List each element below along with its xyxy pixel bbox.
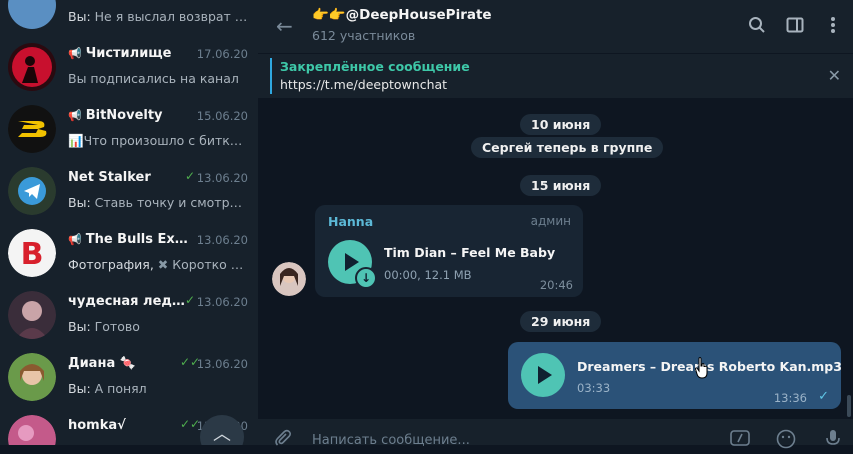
pinned-accent-bar bbox=[270, 58, 272, 94]
avatar bbox=[8, 0, 56, 29]
megaphone-icon: 📢 bbox=[68, 233, 82, 246]
chat-preview: Вы: Не я выслал возврат не т bbox=[68, 9, 248, 24]
chat-preview: Вы подписались на канал bbox=[68, 71, 239, 86]
sender-name[interactable]: Hanna bbox=[328, 214, 373, 229]
date-separator: 29 июня bbox=[520, 311, 602, 332]
chat-date: 17.06.20 bbox=[196, 47, 248, 61]
member-count: 612 участников bbox=[312, 28, 416, 43]
chat-title[interactable]: 👉👉@DeepHousePirate bbox=[312, 7, 492, 23]
more-options-icon[interactable] bbox=[830, 16, 836, 38]
chat-preview: Фотография, ✖ Коротко о ... bbox=[68, 257, 248, 272]
avatar bbox=[8, 415, 56, 445]
chat-date: 15.06.20 bbox=[196, 109, 248, 123]
microphone-icon[interactable] bbox=[826, 429, 840, 454]
date-separator: 10 июня bbox=[520, 114, 602, 135]
message-composer: Написать сообщение... bbox=[258, 419, 853, 449]
svg-text:B: B bbox=[21, 237, 44, 272]
emoji-icon[interactable] bbox=[776, 429, 796, 454]
chat-name: 📢The Bulls Exclu... bbox=[68, 232, 193, 247]
service-message: Сергей теперь в группе bbox=[471, 137, 664, 158]
hand-cursor-icon bbox=[695, 357, 708, 379]
message-time: 20:46 bbox=[539, 278, 573, 292]
attach-icon[interactable] bbox=[274, 429, 292, 452]
message-input[interactable]: Написать сообщение... bbox=[312, 433, 470, 448]
chat-preview: Вы: Ставь точку и смотри Y... bbox=[68, 195, 248, 210]
read-check-icon: ✓ bbox=[185, 293, 196, 307]
track-meta: 03:33 bbox=[577, 381, 611, 395]
megaphone-icon: 📢 bbox=[68, 47, 82, 60]
chat-header: ← 👉👉@DeepHousePirate 612 участников bbox=[258, 0, 853, 54]
cross-icon: ✖ bbox=[157, 257, 173, 272]
chat-date: 13.06.20 bbox=[196, 357, 248, 371]
chat-preview: Вы: А понял bbox=[68, 381, 147, 396]
chat-name: 📢 BitNovelty bbox=[68, 108, 163, 123]
track-title: Tim Dian – Feel Me Baby bbox=[384, 245, 556, 260]
chat-list-item[interactable]: Вы: Не я выслал возврат не т bbox=[0, 0, 258, 36]
chat-date: 13.06.20 bbox=[196, 171, 248, 185]
chat-preview: 📊Что произошло с битко... bbox=[68, 133, 248, 148]
admin-badge: админ bbox=[530, 214, 571, 228]
date-separator: 15 июня bbox=[520, 175, 602, 196]
sent-check-icon: ✓ bbox=[818, 389, 829, 404]
message-bubble[interactable]: Dreamers – Dreams Roberto Kan.mp3 03:33 … bbox=[508, 342, 842, 409]
megaphone-icon: 📢 bbox=[68, 109, 82, 122]
chat-list-item[interactable]: Диана 🍬 ✓✓ 13.06.20 Вы: А понял bbox=[0, 346, 258, 408]
sidebar-toggle-icon[interactable] bbox=[786, 16, 804, 38]
chat-list-item[interactable]: 📢 BitNovelty 15.06.20 📊Что произошло с би… bbox=[0, 98, 258, 160]
track-title: Dreamers – Dreams Roberto Kan.mp3 bbox=[577, 359, 842, 374]
back-arrow-icon[interactable]: ← bbox=[276, 14, 293, 38]
message-list: 10 июня Сергей теперь в группе 15 июня H… bbox=[258, 99, 853, 419]
avatar bbox=[8, 43, 56, 91]
chat-name: Net Stalker bbox=[68, 170, 151, 185]
download-icon[interactable]: ↓ bbox=[355, 267, 377, 289]
message-time: 13:36 bbox=[773, 391, 807, 405]
chat-list-item[interactable]: B 📢The Bulls Exclu... 13.06.20 Фотографи… bbox=[0, 222, 258, 284]
chat-name: 📢 Чистилище bbox=[68, 46, 172, 61]
avatar bbox=[8, 291, 56, 339]
search-icon[interactable] bbox=[748, 16, 766, 38]
scrollbar[interactable] bbox=[847, 395, 851, 417]
close-icon[interactable]: ✕ bbox=[828, 66, 841, 85]
pinned-label: Закреплённое сообщение bbox=[280, 59, 470, 74]
chat-preview: Вы: Готово bbox=[68, 319, 140, 334]
chat-list-item[interactable]: чудесная леди ... ✓ 13.06.20 Вы: Готово bbox=[0, 284, 258, 346]
sender-avatar[interactable] bbox=[272, 262, 306, 296]
pinned-text[interactable]: https://t.me/deeptownchat bbox=[280, 77, 447, 92]
chat-list-item[interactable]: Net Stalker ✓ 13.06.20 Вы: Ставь точку и… bbox=[0, 160, 258, 222]
bot-commands-icon[interactable] bbox=[730, 429, 750, 451]
chart-emoji-icon: 📊 bbox=[68, 133, 84, 148]
read-check-icon: ✓ bbox=[185, 169, 196, 183]
avatar bbox=[8, 105, 56, 153]
chat-name: homka√ bbox=[68, 418, 126, 433]
avatar: B bbox=[8, 229, 56, 277]
chat-name: чудесная леди ... bbox=[68, 294, 193, 309]
pinned-message-bar[interactable]: Закреплённое сообщение https://t.me/deep… bbox=[258, 54, 853, 99]
message-bubble[interactable]: Hanna админ ↓ Tim Dian – Feel Me Baby 00… bbox=[315, 205, 583, 297]
avatar bbox=[8, 353, 56, 401]
chat-list-item[interactable]: 📢 Чистилище 17.06.20 Вы подписались на ка… bbox=[0, 36, 258, 98]
chat-list-sidebar: Вы: Не я выслал возврат не т 📢 Чистилище … bbox=[0, 0, 258, 445]
chevron-up-icon: ︿ bbox=[213, 424, 231, 445]
chat-name: Диана 🍬 bbox=[68, 356, 136, 371]
chat-date: 13.06.20 bbox=[196, 233, 248, 247]
track-meta: 00:00, 12.1 MB bbox=[384, 268, 472, 282]
avatar bbox=[8, 167, 56, 215]
chat-date: 13.06.20 bbox=[196, 295, 248, 309]
play-button[interactable] bbox=[521, 353, 565, 397]
